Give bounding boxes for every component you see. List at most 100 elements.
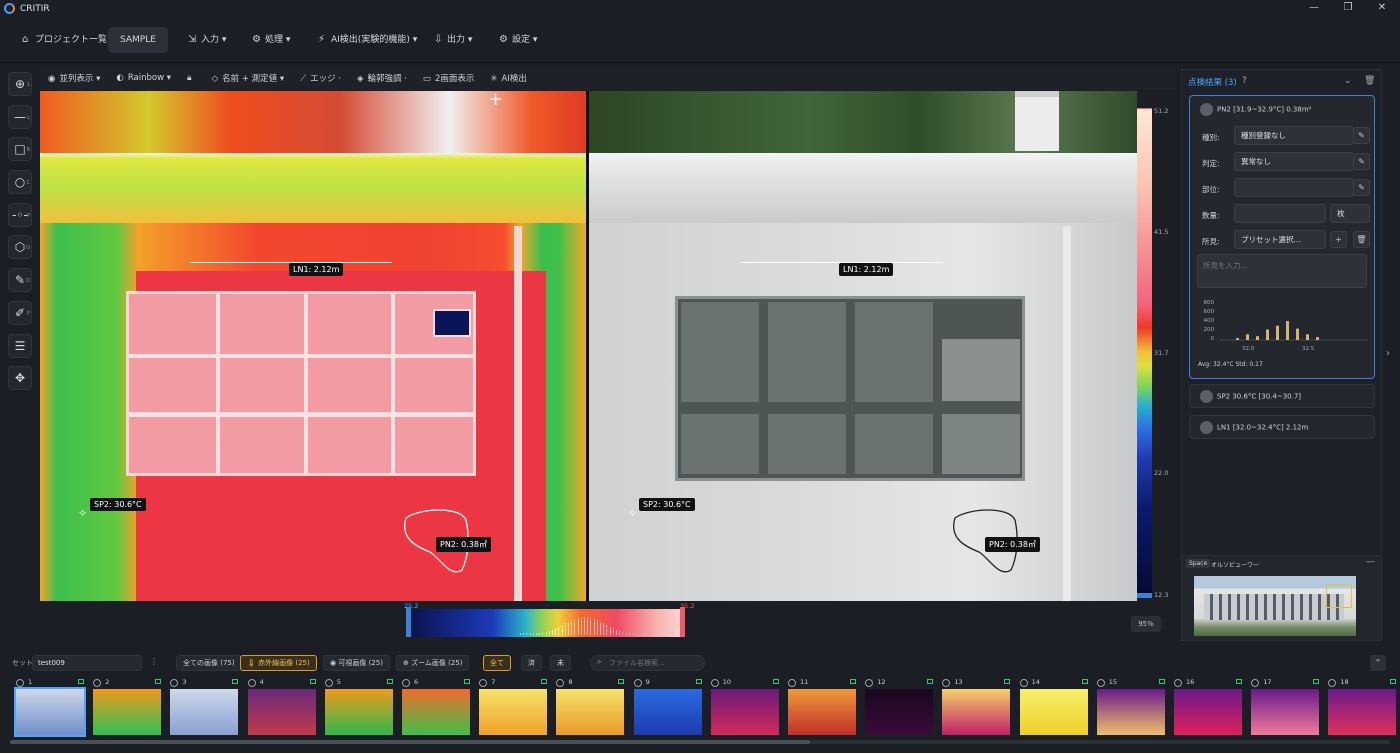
ai-detect-toggle[interactable]: ✳ AI検出 [482,72,534,84]
thumbnail-image[interactable] [170,689,239,735]
part-select[interactable] [1234,178,1354,197]
set-select[interactable]: test009 [32,655,142,671]
thumbnail-5[interactable]: 5 [321,676,399,738]
thumbnail-scrollbar[interactable] [10,740,1390,744]
filter-visible-images[interactable]: ◉ 可視画像 (25) [323,655,390,671]
select-radio[interactable] [479,679,488,687]
add-remark-icon[interactable]: + [1330,231,1347,248]
spot-marker-visible-icon[interactable]: ✧ [628,507,637,520]
visible-image[interactable]: LN1: 2.12m SP2: 30.6°C ✧ PN2: 0.38㎡ [589,91,1137,601]
circle-tool[interactable]: ○ C [8,170,32,195]
menu-input[interactable]: ⇲ 入力 ▾ [182,27,232,53]
palette-select[interactable]: ◐ Rainbow ▾ [108,73,179,83]
thumbnail-image[interactable] [1019,689,1088,735]
pen-tool[interactable]: ✎ D [8,268,32,293]
thumbnail-10[interactable]: 10 [707,676,785,738]
thumbnail-image[interactable] [1174,689,1242,735]
thumbnail-1[interactable]: 1 [12,676,90,738]
range-histogram[interactable] [410,609,685,637]
thumbnail-18[interactable]: 18 [1324,676,1400,738]
thumbnail-13[interactable]: 13 [938,676,1016,738]
filter-zoom-images[interactable]: ⊕ ズーム画像 (25) [396,655,470,671]
thumbnail-12[interactable]: 12 [861,676,939,738]
select-radio[interactable] [865,679,874,687]
flag-todo[interactable]: 未 [550,655,571,671]
thumbnail-11[interactable]: 11 [784,676,862,738]
menu-output[interactable]: ⇩ 出力 ▾ [428,27,478,53]
select-radio[interactable] [247,679,256,687]
zoom-level[interactable]: 95% [1131,616,1161,632]
collapse-thumbnails-icon[interactable]: ⌃ [1370,655,1386,671]
edge-toggle[interactable]: ⟋ エッジ · [292,72,349,84]
select-radio[interactable] [1328,679,1337,687]
select-radio[interactable] [788,679,796,687]
thumbnail-image[interactable] [865,689,934,735]
result-card-sp2[interactable]: SP2 30.6°C [30.4~30.7] [1189,384,1375,408]
select-radio[interactable] [710,679,719,687]
file-search[interactable]: ⌕ [590,655,705,671]
thumbnail-image[interactable] [93,689,162,735]
flag-done[interactable]: 済 [521,655,542,671]
thumbnail-image[interactable] [633,689,702,735]
thumbnail-2[interactable]: 2 [89,676,167,738]
thumbnail-image[interactable] [1096,689,1165,735]
thumbnail-image[interactable] [1328,689,1397,735]
select-radio[interactable] [402,679,410,687]
thumbnail-image[interactable] [14,687,86,737]
minimize-icon[interactable]: — [1300,0,1328,17]
scale-min-handle[interactable] [1137,593,1152,598]
menu-ai-detect[interactable]: ⚡ AI検出(実験的機能) ▾ [312,27,423,53]
select-radio[interactable] [93,679,102,687]
unit-select[interactable]: 枚 [1330,204,1370,223]
thumbnail-15[interactable]: 15 [1093,676,1171,738]
filter-ir-images[interactable]: 🌡︎ 赤外線画像 (25) [240,655,317,671]
select-radio[interactable] [1019,679,1028,687]
result-card-pn2[interactable]: PN2 [31.9~32.9°C] 0.38m² 種別: 種別登録なし ✎ 判定… [1189,95,1375,379]
select-radio[interactable] [633,679,642,687]
thumbnail-image[interactable] [479,689,548,735]
thumbnail-6[interactable]: 6 [398,676,476,738]
thumbnail-7[interactable]: 7 [475,676,553,738]
view-mode-select[interactable]: ◉ 並列表示 ▾ [40,72,108,84]
more-icon[interactable]: ⋮ [150,657,158,666]
range-low-handle[interactable] [406,607,411,637]
select-radio[interactable] [16,679,24,687]
thumbnail-image[interactable] [556,689,625,735]
file-search-input[interactable] [609,657,701,669]
maximize-icon[interactable]: ❐ [1334,0,1362,17]
panel-expand-icon[interactable]: › [1386,348,1390,359]
thumbnail-image[interactable] [324,689,393,735]
judge-edit-icon[interactable]: ✎ [1353,153,1370,170]
select-radio[interactable] [1096,679,1105,687]
thumbnail-3[interactable]: 3 [166,676,244,738]
select-radio[interactable] [1174,679,1182,687]
menu-settings[interactable]: ⚙ 設定 ▾ [493,27,543,53]
thumbnail-image[interactable] [247,689,316,735]
kind-edit-icon[interactable]: ✎ [1353,127,1370,144]
move-tool[interactable]: ✥ [8,366,32,391]
thumbnail-image[interactable] [402,689,470,735]
point-tool[interactable]: -◦- P [8,202,32,227]
ortho-thumbnail[interactable] [1194,576,1356,636]
thumbnail-8[interactable]: 8 [552,676,630,738]
collapse-icon[interactable]: ⌄ [1344,76,1352,86]
thumbnail-image[interactable] [942,689,1011,735]
select-radio[interactable] [1251,679,1260,687]
rect-tool[interactable]: □ B [8,137,32,162]
thumbnail-image[interactable] [788,689,856,735]
minimize-minimap-icon[interactable]: — [1366,557,1375,567]
thumbnail-17[interactable]: 17 [1247,676,1325,738]
lock-button[interactable]: 🔒︎ [179,73,204,83]
remark-textarea[interactable] [1197,254,1367,288]
select-radio[interactable] [324,679,333,687]
range-high-handle[interactable] [680,607,685,637]
menu-process[interactable]: ⚙ 処理 ▾ [246,27,296,53]
quantity-input[interactable] [1234,204,1326,223]
image-viewer[interactable]: LN1: 2.12m SP2: 30.6°C ✧ PN2: 0.38㎡ + LN… [40,91,1137,601]
trash-icon[interactable]: 🗑︎ [1364,76,1375,86]
thumbnail-image[interactable] [710,689,779,735]
polygon-tool[interactable]: ⬡ G [8,235,32,260]
remark-preset-select[interactable]: プリセット選択... [1234,230,1326,249]
label-mode-select[interactable]: ◇ 名前 + 測定値 ▾ [204,72,293,84]
close-icon[interactable]: ✕ [1368,0,1396,17]
